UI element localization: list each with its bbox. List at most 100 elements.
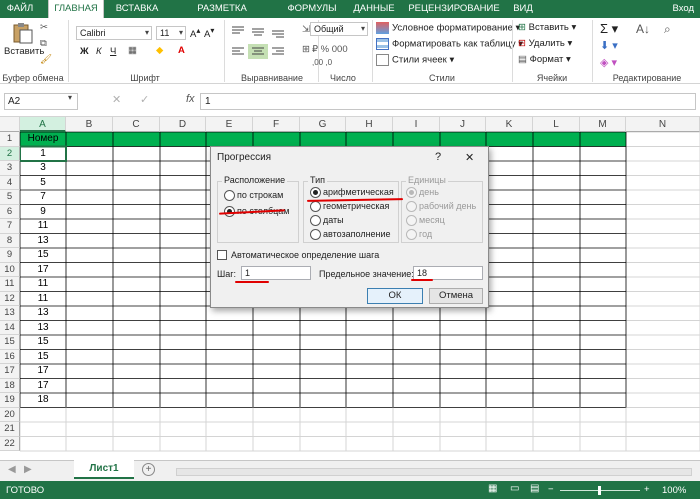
row-header[interactable]: 10 xyxy=(0,262,20,277)
number-format-select[interactable]: Общий xyxy=(310,22,368,36)
add-sheet-icon[interactable]: + xyxy=(142,463,155,476)
sign-in-link[interactable]: Вход xyxy=(673,0,695,18)
tab-home[interactable]: ГЛАВНАЯ xyxy=(48,0,104,18)
font-color-icon[interactable]: A xyxy=(178,45,185,56)
cell-a[interactable] xyxy=(20,422,66,437)
insert-function-icon[interactable]: fx xyxy=(186,93,195,105)
tab-view[interactable]: ВИД xyxy=(506,0,540,18)
workday-radio[interactable]: рабочий день xyxy=(406,201,476,212)
row-header[interactable]: 19 xyxy=(0,393,20,408)
day-radio[interactable]: день xyxy=(406,187,439,198)
column-header[interactable]: L xyxy=(533,117,580,132)
column-header[interactable]: F xyxy=(253,117,300,132)
row-header[interactable]: 1 xyxy=(0,132,20,147)
header-cell-number[interactable]: Номер xyxy=(20,132,66,147)
row-header[interactable]: 6 xyxy=(0,204,20,219)
row-header[interactable]: 2 xyxy=(0,146,20,161)
cancel-entry-icon[interactable]: ✕ xyxy=(112,93,121,106)
row-header[interactable]: 5 xyxy=(0,190,20,205)
cell-a[interactable]: 3 xyxy=(20,161,66,176)
row-header[interactable]: 14 xyxy=(0,320,20,335)
clear-icon[interactable]: ◈ ▾ xyxy=(600,56,617,69)
row-header[interactable]: 21 xyxy=(0,422,20,437)
page-layout-view-icon[interactable]: ▭ xyxy=(510,483,519,494)
cell-a[interactable]: 5 xyxy=(20,176,66,191)
row-header[interactable]: 11 xyxy=(0,277,20,292)
font-grow-icon[interactable]: A▴ xyxy=(190,26,200,40)
next-sheet-icon[interactable]: ▶ xyxy=(24,464,32,475)
geometric-radio[interactable]: геометрическая xyxy=(310,201,389,212)
step-input[interactable]: 1 xyxy=(241,266,311,280)
cell-a[interactable]: 13 xyxy=(20,321,66,336)
conditional-formatting-button[interactable]: Условное форматирование ▾ xyxy=(376,22,520,34)
tab-data[interactable]: ДАННЫЕ xyxy=(348,0,400,18)
underline-button[interactable]: Ч xyxy=(110,46,116,57)
by-rows-radio[interactable]: по строкам xyxy=(224,190,283,201)
zoom-slider-thumb[interactable] xyxy=(598,486,601,495)
paste-icon[interactable] xyxy=(10,22,34,44)
column-header[interactable]: N xyxy=(626,117,700,132)
column-header[interactable]: C xyxy=(113,117,160,132)
auto-step-checkbox[interactable] xyxy=(217,250,227,260)
fill-color-icon[interactable]: ◆ xyxy=(156,45,163,56)
row-header[interactable]: 18 xyxy=(0,378,20,393)
cell-a[interactable]: 11 xyxy=(20,219,66,234)
cell-a[interactable]: 17 xyxy=(20,263,66,278)
tab-insert[interactable]: ВСТАВКА xyxy=(108,0,166,18)
row-header[interactable]: 15 xyxy=(0,335,20,350)
decimals-icon[interactable]: ,00 ,0 xyxy=(312,58,332,67)
name-box[interactable]: A2 xyxy=(4,93,78,110)
font-size-select[interactable]: 11 xyxy=(156,26,186,40)
fill-icon[interactable]: ⬇ ▾ xyxy=(600,39,618,52)
cell-a[interactable]: 11 xyxy=(20,292,66,307)
confirm-entry-icon[interactable]: ✓ xyxy=(140,93,149,106)
row-header[interactable]: 17 xyxy=(0,364,20,379)
formula-input[interactable]: 1 xyxy=(200,93,696,110)
autofill-radio[interactable]: автозаполнение xyxy=(310,229,391,240)
column-header[interactable]: J xyxy=(440,117,486,132)
year-radio[interactable]: год xyxy=(406,229,432,240)
find-select-icon[interactable]: ⌕ xyxy=(664,22,671,37)
row-header[interactable]: 12 xyxy=(0,291,20,306)
limit-input[interactable]: 18 xyxy=(413,266,483,280)
dates-radio[interactable]: даты xyxy=(310,215,344,226)
ok-button[interactable]: ОК xyxy=(367,288,423,304)
horizontal-scrollbar[interactable] xyxy=(176,468,692,476)
cell-styles-button[interactable]: Стили ячеек ▾ xyxy=(376,54,454,66)
zoom-out-icon[interactable]: − xyxy=(548,484,554,495)
arithmetic-radio[interactable]: арифметическая xyxy=(310,187,394,198)
wrap-text-icon[interactable]: ⇲ xyxy=(302,24,310,35)
font-name-select[interactable]: Calibri xyxy=(76,26,152,40)
prev-sheet-icon[interactable]: ◀ xyxy=(8,464,16,475)
currency-icon[interactable]: ₽ % 000 xyxy=(312,44,348,55)
paste-button[interactable]: Вставить xyxy=(4,46,44,57)
delete-cells-button[interactable]: ⊟ Удалить ▾ xyxy=(518,38,572,49)
name-box-dropdown-icon[interactable]: ▾ xyxy=(68,93,72,102)
column-header[interactable]: H xyxy=(346,117,393,132)
row-header[interactable]: 7 xyxy=(0,219,20,234)
cell-a[interactable]: 17 xyxy=(20,379,66,394)
page-break-view-icon[interactable]: ▤ xyxy=(530,483,539,494)
format-painter-icon[interactable]: 🖌 xyxy=(40,54,52,65)
row-header[interactable]: 4 xyxy=(0,175,20,190)
autosum-icon[interactable]: Σ ▾ xyxy=(600,21,618,37)
sheet-tab-list1[interactable]: Лист1 xyxy=(74,460,134,479)
merge-icon[interactable]: ⊞ xyxy=(302,44,310,55)
copy-icon[interactable]: ⧉ xyxy=(40,38,47,49)
cell-a[interactable]: 15 xyxy=(20,248,66,263)
align-top-icon[interactable] xyxy=(230,24,296,63)
column-header[interactable]: M xyxy=(580,117,626,132)
tab-page-layout[interactable]: РАЗМЕТКА СТРАНИЦЫ xyxy=(170,0,274,32)
column-header[interactable]: I xyxy=(393,117,440,132)
column-header[interactable]: D xyxy=(160,117,206,132)
row-header[interactable]: 13 xyxy=(0,306,20,321)
column-header[interactable]: E xyxy=(206,117,253,132)
cell-a[interactable]: 17 xyxy=(20,364,66,379)
cell-a[interactable]: 13 xyxy=(20,306,66,321)
cell-a[interactable]: 18 xyxy=(20,393,66,408)
cell-a[interactable]: 13 xyxy=(20,234,66,249)
zoom-in-icon[interactable]: + xyxy=(644,484,650,495)
tab-formulas[interactable]: ФОРМУЛЫ xyxy=(282,0,342,18)
cut-icon[interactable]: ✂ xyxy=(40,22,48,33)
row-header[interactable]: 3 xyxy=(0,161,20,176)
